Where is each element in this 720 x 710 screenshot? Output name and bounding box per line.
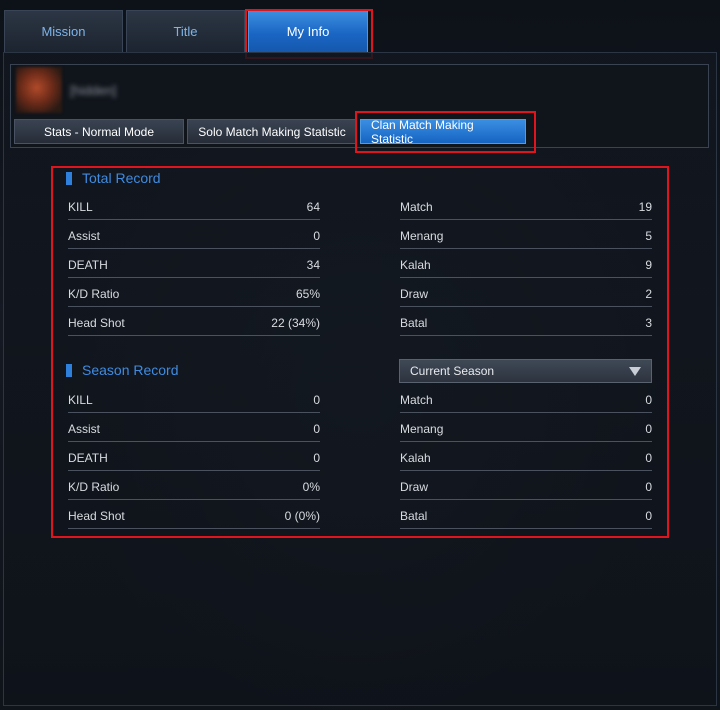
stat-row: DEATH 34: [68, 249, 320, 278]
tab-clan-match-making[interactable]: Clan Match Making Statistic: [360, 118, 526, 146]
stat-row: KILL 64: [68, 191, 320, 220]
stat-row: Assist 0: [68, 413, 320, 442]
player-name: [hidden]: [70, 83, 117, 98]
tab-title[interactable]: Title: [126, 10, 245, 52]
stat-value: 0: [645, 450, 652, 465]
season-record-left-column: KILL 0 Assist 0 DEATH 0 K/D Ratio 0% Head Sh…: [68, 384, 320, 529]
tab-my-info[interactable]: My Info: [248, 10, 368, 52]
stat-label: Assist: [68, 421, 101, 436]
tab-stats-normal-mode[interactable]: Stats - Normal Mode: [14, 119, 184, 144]
avatar: [16, 67, 62, 113]
stat-label: Draw: [400, 479, 429, 494]
stat-value: 65%: [295, 286, 320, 301]
stat-value: 0: [645, 421, 652, 436]
stat-row: Assist 0: [68, 220, 320, 249]
stat-value: 0: [645, 479, 652, 494]
stat-value: 0: [313, 392, 320, 407]
stat-value: 2: [645, 286, 652, 301]
total-record-left-column: KILL 64 Assist 0 DEATH 34 K/D Ratio 65% Head…: [68, 191, 320, 336]
top-tab-bar: Mission Title My Info: [4, 10, 371, 54]
stat-value: 0: [313, 421, 320, 436]
stat-label: Draw: [400, 286, 429, 301]
stat-value: 64: [306, 199, 320, 214]
tab-solo-match-making[interactable]: Solo Match Making Statistic: [187, 119, 357, 144]
stat-label: Assist: [68, 228, 101, 243]
stat-row: DEATH 0: [68, 442, 320, 471]
stat-row: Head Shot 0 (0%): [68, 500, 320, 529]
stat-value: 0: [645, 508, 652, 523]
stat-row: Batal 0: [400, 500, 652, 529]
stat-row: Menang 5: [400, 220, 652, 249]
stat-value: 0: [313, 228, 320, 243]
stat-value: 19: [638, 199, 652, 214]
stat-value: 0 (0%): [284, 508, 320, 523]
stat-label: K/D Ratio: [68, 479, 120, 494]
stat-value: 22 (34%): [271, 315, 320, 330]
stat-label: Menang: [400, 228, 444, 243]
stat-value: 0: [645, 392, 652, 407]
stat-value: 9: [645, 257, 652, 272]
stat-label: Match: [400, 199, 433, 214]
season-record-title-text: Season Record: [82, 362, 179, 378]
stat-row: K/D Ratio 65%: [68, 278, 320, 307]
stat-label: DEATH: [68, 257, 108, 272]
season-record-title: Season Record: [66, 362, 179, 378]
stat-value: 5: [645, 228, 652, 243]
stat-label: KILL: [68, 392, 93, 407]
stat-value: 3: [645, 315, 652, 330]
stat-value: 0%: [302, 479, 320, 494]
stat-row: Kalah 0: [400, 442, 652, 471]
stat-row: Menang 0: [400, 413, 652, 442]
stat-value: 34: [306, 257, 320, 272]
stat-label: K/D Ratio: [68, 286, 120, 301]
dropdown-arrow-icon: [629, 367, 641, 376]
stat-row: Match 19: [400, 191, 652, 220]
season-record-right-column: Match 0 Menang 0 Kalah 0 Draw 0 Batal 0: [400, 384, 652, 529]
stat-label: Kalah: [400, 257, 431, 272]
section-marker-icon: [66, 363, 72, 377]
total-record-right-column: Match 19 Menang 5 Kalah 9 Draw 2 Batal 3: [400, 191, 652, 336]
stat-row: K/D Ratio 0%: [68, 471, 320, 500]
stat-label: KILL: [68, 199, 93, 214]
stat-label: Match: [400, 392, 433, 407]
stat-row: Head Shot 22 (34%): [68, 307, 320, 336]
stat-row: Batal 3: [400, 307, 652, 336]
stat-label: Batal: [400, 315, 428, 330]
stat-row: Draw 2: [400, 278, 652, 307]
season-dropdown[interactable]: Current Season: [399, 359, 652, 383]
section-marker-icon: [66, 171, 72, 185]
stat-value: 0: [313, 450, 320, 465]
stat-row: Match 0: [400, 384, 652, 413]
total-record-title-text: Total Record: [82, 170, 161, 186]
season-dropdown-value: Current Season: [410, 364, 495, 378]
stat-label: Menang: [400, 421, 444, 436]
stat-row: Kalah 9: [400, 249, 652, 278]
stat-label: DEATH: [68, 450, 108, 465]
stat-row: KILL 0: [68, 384, 320, 413]
total-record-title: Total Record: [66, 170, 161, 186]
stat-label: Head Shot: [68, 315, 125, 330]
stat-row: Draw 0: [400, 471, 652, 500]
tab-mission[interactable]: Mission: [4, 10, 123, 52]
stats-mode-tabs: Stats - Normal Mode Solo Match Making St…: [14, 118, 529, 146]
stat-label: Head Shot: [68, 508, 125, 523]
stat-label: Batal: [400, 508, 428, 523]
stat-label: Kalah: [400, 450, 431, 465]
